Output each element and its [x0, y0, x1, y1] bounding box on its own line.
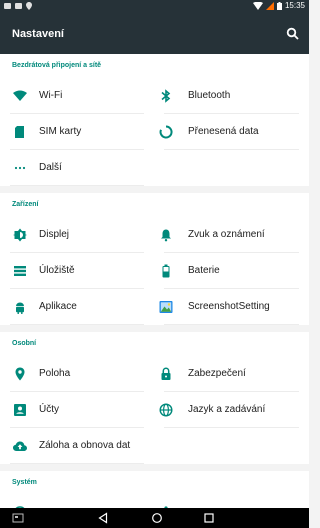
- section-header-personal: Osobní: [12, 340, 37, 347]
- settings-item-sim[interactable]: SIM karty: [0, 114, 154, 150]
- recents-icon[interactable]: [203, 512, 215, 524]
- settings-item-label: Další: [39, 162, 62, 173]
- screenshot-app-icon: [159, 301, 173, 313]
- android-icon: [16, 302, 24, 314]
- home-icon[interactable]: [151, 512, 163, 524]
- location-icon: [15, 367, 25, 381]
- settings-item-label: Bluetooth: [188, 90, 231, 101]
- settings-item-label: Displej: [39, 229, 70, 240]
- settings-item-more[interactable]: Další: [0, 150, 154, 186]
- section-header-system: Systém: [12, 479, 37, 486]
- search-icon[interactable]: [286, 27, 300, 41]
- settings-item-location[interactable]: Poloha: [0, 356, 154, 392]
- globe-icon: [159, 403, 173, 417]
- settings-item-wifi[interactable]: Wi-Fi: [0, 78, 154, 114]
- settings-item-data-usage[interactable]: Přenesená data: [154, 114, 309, 150]
- data-usage-icon: [159, 125, 173, 139]
- settings-item-label: Aplikace: [39, 301, 77, 312]
- screenshot-icon[interactable]: [12, 512, 24, 524]
- navigation-bar: [0, 508, 309, 528]
- settings-item-label: Zvuk a oznámení: [188, 229, 265, 240]
- settings-item-label: Poloha: [39, 368, 71, 379]
- settings-item-backup[interactable]: Záloha a obnova dat: [0, 428, 154, 464]
- settings-item-label: Wi-Fi: [39, 90, 63, 101]
- storage-icon: [14, 266, 26, 276]
- wifi-icon: [252, 2, 263, 10]
- section-device: Zařízení Displej Zvuk a oznámení Úložišt…: [0, 193, 309, 325]
- settings-item-apps[interactable]: Aplikace: [0, 289, 154, 325]
- section-wireless: Bezdrátová připojení a sítě Wi-Fi Blueto…: [0, 54, 309, 186]
- signal-icon: [265, 2, 274, 10]
- settings-list: Bezdrátová připojení a sítě Wi-Fi Blueto…: [0, 54, 309, 508]
- cloud-backup-icon: [13, 441, 27, 451]
- section-header-wireless: Bezdrátová připojení a sítě: [12, 62, 102, 69]
- section-header-device: Zařízení: [12, 201, 39, 208]
- back-icon[interactable]: [97, 512, 109, 524]
- settings-item-system-2[interactable]: [154, 495, 309, 508]
- settings-item-language[interactable]: Jazyk a zadávání: [154, 392, 309, 428]
- settings-item-system-1[interactable]: [0, 495, 154, 508]
- section-system: Systém: [0, 471, 309, 508]
- settings-item-label: SIM karty: [39, 126, 82, 137]
- account-icon: [14, 404, 26, 416]
- settings-item-label: Záloha a obnova dat: [39, 440, 131, 451]
- status-time: 15:35: [284, 1, 305, 10]
- section-personal: Osobní Poloha Zabezpečení Účty Jazyk a z…: [0, 332, 309, 464]
- settings-item-display[interactable]: Displej: [0, 217, 154, 253]
- location-pin-icon: [26, 2, 32, 10]
- settings-item-sound[interactable]: Zvuk a oznámení: [154, 217, 309, 253]
- settings-item-storage[interactable]: Úložiště: [0, 253, 154, 289]
- battery-icon: [162, 264, 170, 278]
- settings-item-accounts[interactable]: Účty: [0, 392, 154, 428]
- image-icon: [4, 3, 11, 9]
- settings-item-label: Jazyk a zadávání: [188, 404, 266, 415]
- wifi-icon: [13, 90, 27, 101]
- settings-item-security[interactable]: Zabezpečení: [154, 356, 309, 392]
- settings-item-screenshot-setting[interactable]: ScreenshotSetting: [154, 289, 309, 325]
- settings-item-label: Zabezpečení: [188, 368, 246, 379]
- settings-item-bluetooth[interactable]: Bluetooth: [154, 78, 309, 114]
- display-brightness-icon: [13, 228, 27, 242]
- settings-item-label: Účty: [39, 404, 59, 415]
- settings-item-label: Přenesená data: [188, 126, 259, 137]
- page-title: Nastavení: [12, 28, 64, 40]
- app-bar: Nastavení: [0, 12, 309, 54]
- battery-icon: [276, 2, 282, 10]
- bell-icon: [161, 229, 171, 242]
- more-icon: [14, 166, 26, 170]
- message-icon: [15, 3, 22, 9]
- lock-icon: [161, 367, 171, 380]
- sim-card-icon: [15, 126, 24, 138]
- settings-item-battery[interactable]: Baterie: [154, 253, 309, 289]
- bluetooth-icon: [161, 89, 171, 103]
- settings-item-label: Úložiště: [39, 265, 75, 276]
- settings-item-label: Baterie: [188, 265, 220, 276]
- status-bar: 15:35: [0, 0, 309, 12]
- settings-item-label: ScreenshotSetting: [188, 301, 270, 312]
